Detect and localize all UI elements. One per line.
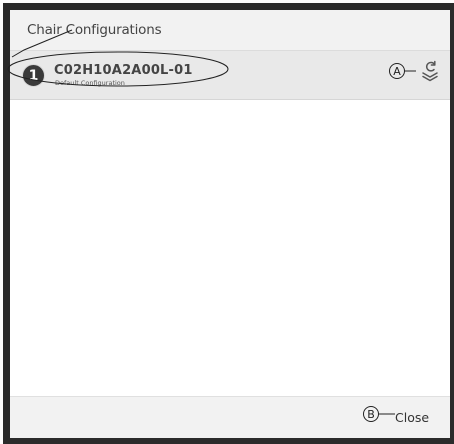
- configuration-description: Default Configuration: [55, 79, 125, 87]
- configuration-list-empty-area: [10, 100, 450, 396]
- restore-icon[interactable]: [419, 59, 441, 83]
- configuration-list-item[interactable]: 1 C02H10A2A00L-01 Default Configuration: [10, 51, 450, 100]
- configuration-name: C02H10A2A00L-01: [54, 63, 193, 78]
- dialog-footer: Close: [10, 396, 450, 438]
- configuration-number-badge: 1: [22, 64, 45, 87]
- chair-configurations-dialog: Chair Configurations 1 C02H10A2A00L-01 D…: [3, 3, 454, 444]
- dialog-header: Chair Configurations: [10, 10, 450, 51]
- close-button[interactable]: Close: [395, 410, 429, 425]
- dialog-title: Chair Configurations: [27, 22, 162, 38]
